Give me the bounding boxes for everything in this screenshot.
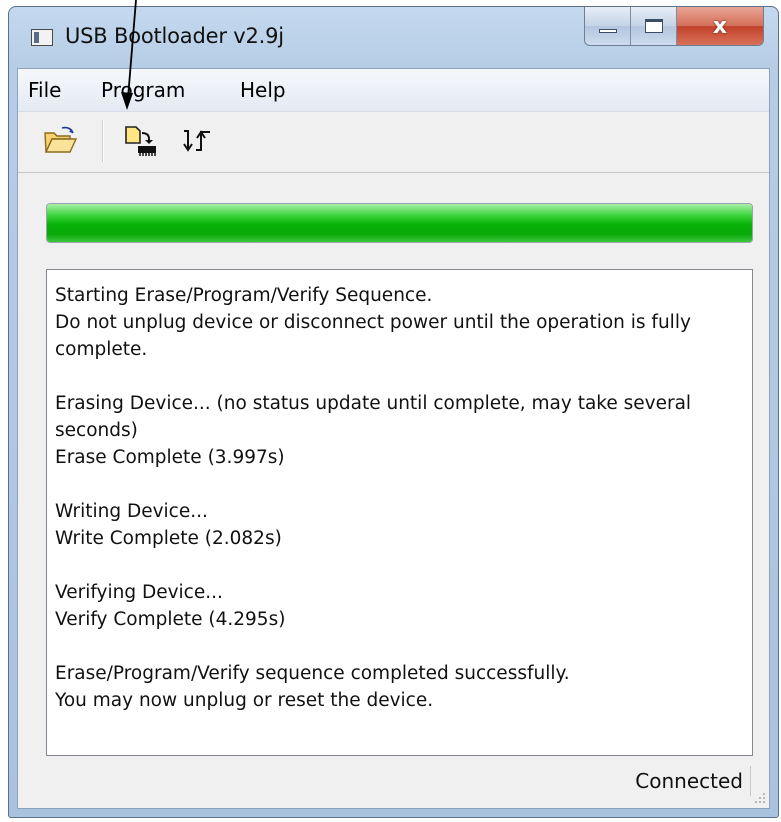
resize-grip-icon[interactable] — [754, 792, 766, 804]
maximize-icon — [644, 19, 663, 33]
close-button[interactable]: x — [677, 7, 763, 45]
output-log[interactable]: Starting Erase/Program/Verify Sequence. D… — [46, 269, 753, 756]
log-line: seconds) — [55, 420, 138, 441]
status-bar: Connected — [18, 760, 769, 808]
title-bar[interactable]: USB Bootloader v2.9j x — [9, 7, 778, 67]
open-folder-icon — [44, 126, 78, 153]
menu-bar: File Program Help — [18, 69, 769, 112]
log-line: complete. — [55, 339, 148, 360]
log-line: Do not unplug device or disconnect power… — [55, 312, 691, 333]
log-line: Writing Device... — [55, 501, 208, 522]
log-line: Erase Complete (3.997s) — [55, 447, 285, 468]
menu-file[interactable]: File — [28, 78, 61, 102]
reset-device-icon — [183, 130, 210, 152]
bootloader-window: USB Bootloader v2.9j x File Program Help — [8, 6, 779, 818]
write-device-icon — [125, 126, 156, 156]
log-line: Write Complete (2.082s) — [55, 528, 282, 549]
write-device-button[interactable] — [124, 124, 160, 158]
open-hex-button[interactable] — [42, 124, 78, 158]
app-icon[interactable] — [31, 29, 53, 46]
menu-help[interactable]: Help — [240, 78, 286, 102]
minimize-icon — [598, 29, 617, 33]
minimize-button[interactable] — [585, 7, 631, 45]
log-line: Starting Erase/Program/Verify Sequence. — [55, 285, 433, 306]
connection-status: Connected — [635, 769, 743, 793]
client-area: File Program Help Starting Erase/Program… — [17, 68, 770, 809]
progress-fill — [47, 204, 752, 242]
log-line: Verifying Device... — [55, 582, 223, 603]
window-title: USB Bootloader v2.9j — [65, 24, 284, 48]
maximize-button[interactable] — [631, 7, 677, 45]
menu-program[interactable]: Program — [101, 78, 185, 102]
toolbar — [18, 112, 769, 173]
log-line: You may now unplug or reset the device. — [55, 690, 434, 711]
caption-buttons: x — [584, 7, 764, 46]
close-icon: x — [712, 13, 728, 39]
reset-device-button[interactable] — [180, 124, 216, 158]
toolbar-separator — [102, 120, 103, 162]
status-divider — [750, 766, 751, 796]
log-line: Erase/Program/Verify sequence completed … — [55, 663, 570, 684]
log-line: Verify Complete (4.295s) — [55, 609, 286, 630]
log-line: Erasing Device... (no status update unti… — [55, 393, 692, 414]
progress-bar — [46, 203, 753, 243]
